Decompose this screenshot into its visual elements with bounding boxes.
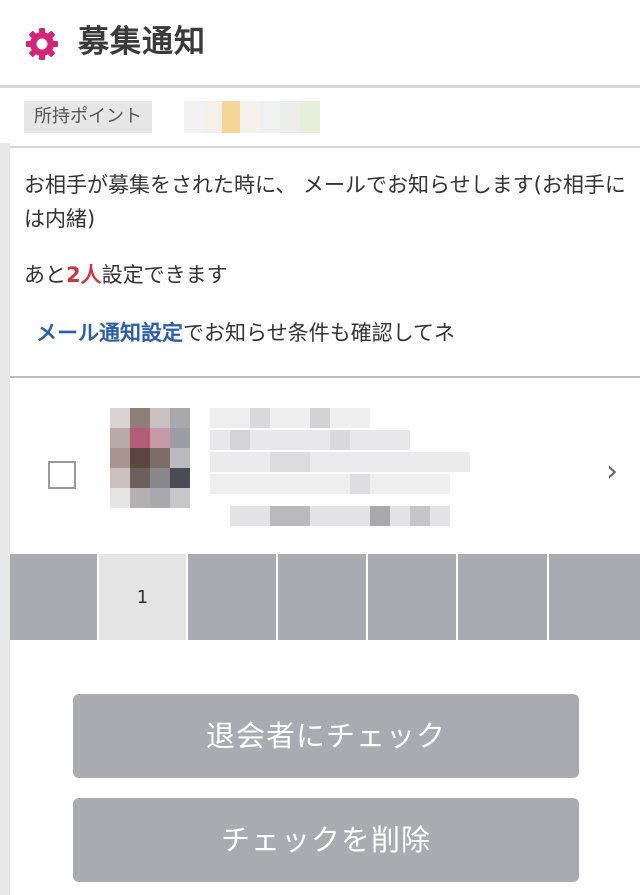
info-description: お相手が募集をされた時に、 メールでお知らせします(お相手には内緒)	[24, 173, 626, 231]
mail-settings-line: メール通知設定でお知らせ条件も確認してネ	[36, 316, 455, 350]
points-label: 所持ポイント	[24, 101, 152, 133]
mail-settings-suffix: でお知らせ条件も確認してネ	[183, 321, 455, 345]
pagination: 1	[10, 554, 640, 640]
header: 募集通知	[0, 0, 640, 88]
chevron-right-icon[interactable]: ›	[606, 454, 618, 489]
page-title: 募集通知	[78, 24, 206, 60]
list-item[interactable]: ›	[10, 378, 640, 554]
page-cell-current[interactable]: 1	[99, 554, 188, 640]
remain-suffix: 設定できます	[101, 263, 228, 287]
info-section: お相手が募集をされた時に、 メールでお知らせします(お相手には内緒) あと2人設…	[10, 146, 640, 376]
points-row: 所持ポイント	[0, 91, 640, 143]
item-checkbox[interactable]	[48, 461, 76, 489]
left-border	[0, 143, 10, 895]
check-withdrawn-button[interactable]: 退会者にチェック	[73, 694, 579, 778]
page-cell[interactable]	[278, 554, 368, 640]
delete-checked-button[interactable]: チェックを削除	[73, 798, 579, 882]
remain-count: 2人	[66, 263, 102, 287]
page-cell[interactable]	[549, 554, 640, 640]
gear-icon	[26, 28, 58, 60]
page-cell[interactable]	[10, 554, 99, 640]
page-cell[interactable]	[188, 554, 278, 640]
remain-prefix: あと	[24, 263, 66, 287]
mail-settings-link[interactable]: メール通知設定	[36, 321, 183, 345]
page-cell[interactable]	[458, 554, 549, 640]
page-cell[interactable]	[368, 554, 458, 640]
remaining-count-text: あと2人設定できます	[24, 258, 228, 292]
